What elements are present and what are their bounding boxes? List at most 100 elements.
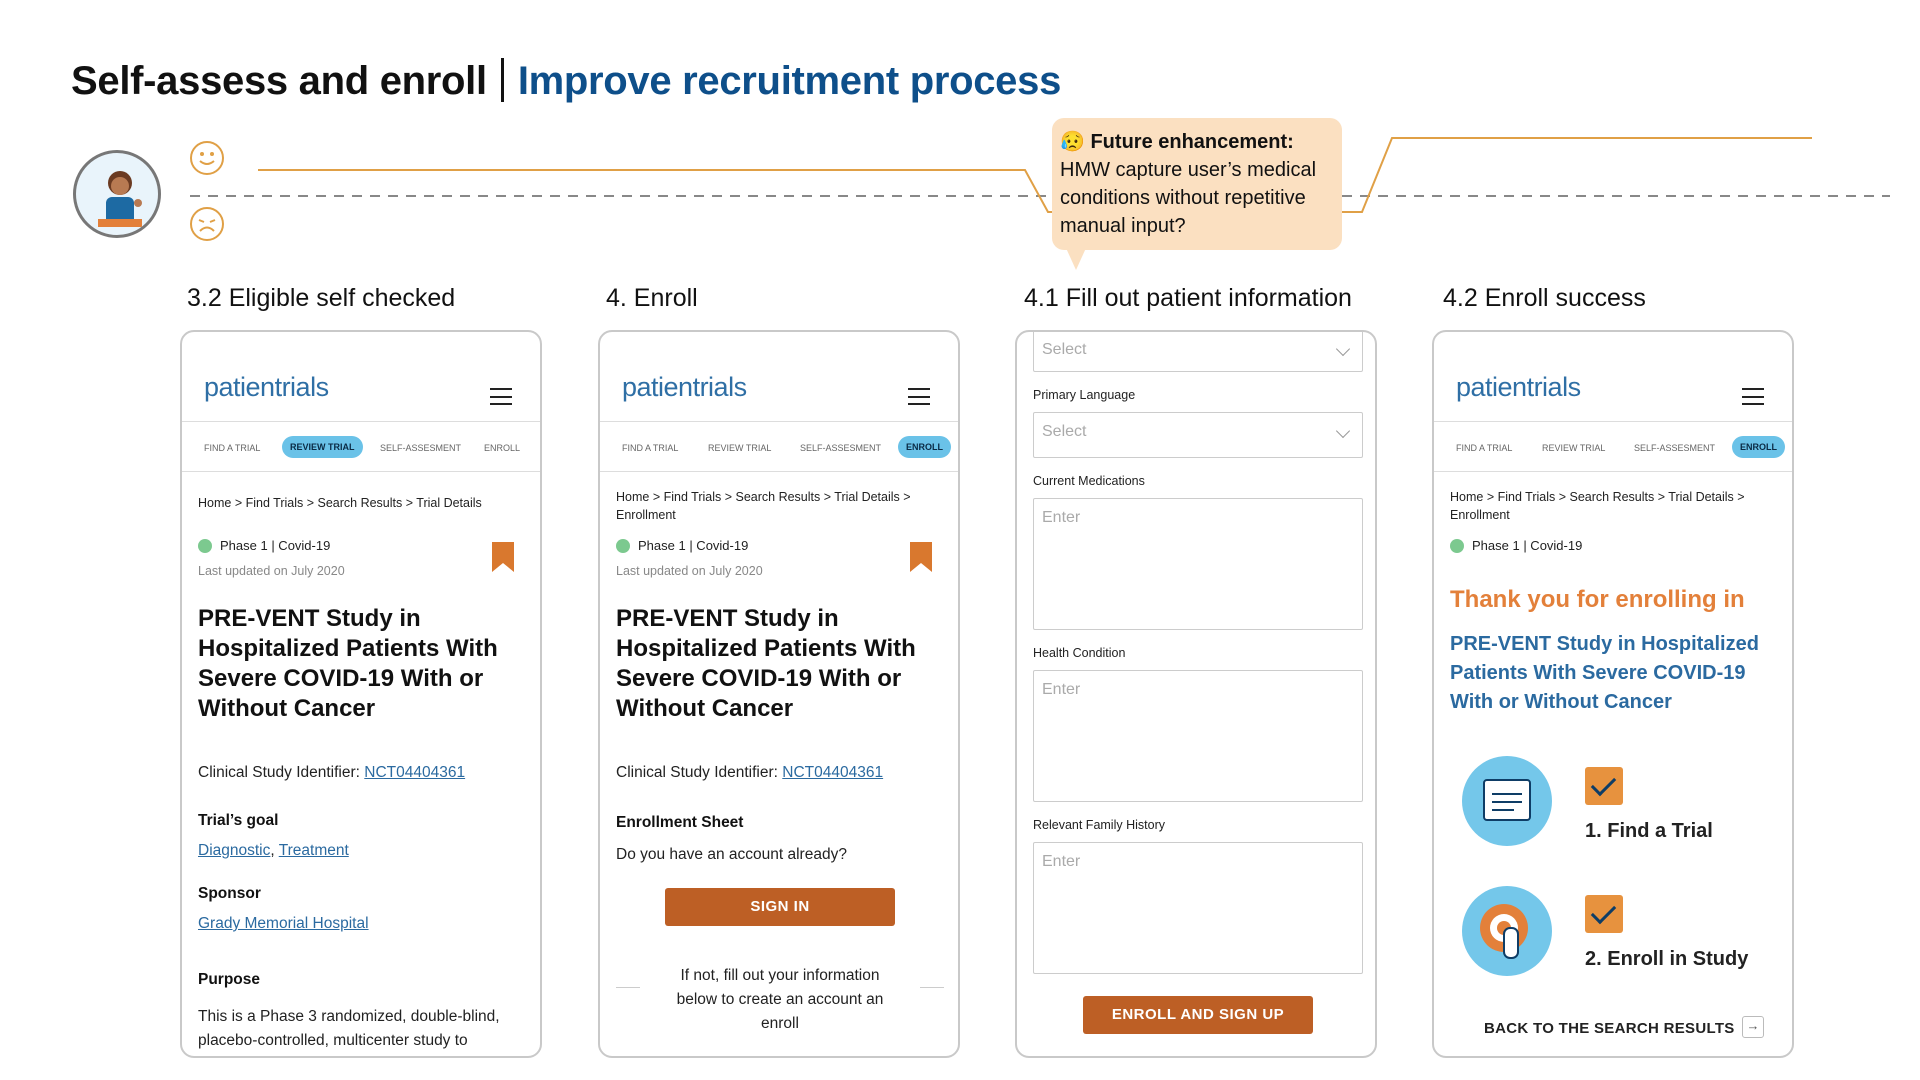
family-history-field[interactable]: Enter [1033, 842, 1363, 974]
tab-find-trial[interactable]: FIND A TRIAL [1456, 443, 1512, 453]
app-header: patientrials [182, 332, 540, 422]
primary-language-label: Primary Language [1033, 388, 1136, 402]
phase-tag: Phase 1 | Covid-19 [616, 538, 748, 553]
account-question: Do you have an account already? [616, 846, 847, 863]
tab-self-assessment[interactable]: SELF-ASSESMENT [1634, 443, 1715, 453]
tab-find-trial[interactable]: FIND A TRIAL [622, 443, 678, 453]
phase-text: Phase 1 | Covid-19 [220, 538, 331, 553]
csi-label: Clinical Study Identifier: [616, 764, 778, 781]
phone-screen-enroll-success: patientrials FIND A TRIAL REVIEW TRIAL S… [1432, 330, 1794, 1058]
create-account-hint: If not, fill out your information below … [676, 967, 884, 1032]
health-condition-field[interactable]: Enter [1033, 670, 1363, 802]
enroll-sign-up-button[interactable]: ENROLL AND SIGN UP [1083, 996, 1313, 1034]
stage-label-4-2: 4.2 Enroll success [1443, 284, 1646, 312]
trial-goal-values: Diagnostic, Treatment [198, 842, 349, 860]
tab-self-assessment[interactable]: SELF-ASSESMENT [380, 443, 461, 453]
clinical-study-identifier: Clinical Study Identifier: NCT04404361 [616, 764, 883, 782]
stage-label-4-1: 4.1 Fill out patient information [1024, 284, 1352, 312]
csi-label: Clinical Study Identifier: [198, 764, 360, 781]
tab-enroll[interactable]: ENROLL [1732, 436, 1785, 458]
step-enroll-study: 2. Enroll in Study [1585, 948, 1749, 970]
current-medications-label: Current Medications [1033, 474, 1145, 488]
sponsor-label: Sponsor [198, 885, 261, 902]
back-to-results-link[interactable]: BACK TO THE SEARCH RESULTS [1484, 1020, 1735, 1037]
phone-screen-patient-info: Select Primary Language Select Current M… [1015, 330, 1377, 1058]
csi-link[interactable]: NCT04404361 [782, 764, 883, 781]
progress-nav: FIND A TRIAL REVIEW TRIAL SELF-ASSESMENT… [1434, 422, 1792, 472]
tab-self-assessment[interactable]: SELF-ASSESMENT [800, 443, 881, 453]
trial-goal-label: Trial’s goal [198, 812, 279, 829]
sponsor-link[interactable]: Grady Memorial Hospital [198, 915, 369, 933]
purpose-label: Purpose [198, 971, 261, 988]
bookmark-icon[interactable] [910, 542, 932, 572]
stage-label-4: 4. Enroll [606, 284, 698, 312]
patientrials-logo[interactable]: patientrials [1456, 372, 1581, 403]
tab-enroll[interactable]: ENROLL [898, 436, 951, 458]
study-title: PRE-VENT Study in Hospitalized Patients … [198, 605, 498, 722]
app-header: patientrials [1434, 332, 1792, 422]
breadcrumb[interactable]: Home > Find Trials > Search Results > Tr… [198, 494, 482, 512]
progress-nav: FIND A TRIAL REVIEW TRIAL SELF-ASSESMENT… [600, 422, 958, 472]
goal-diagnostic-link[interactable]: Diagnostic [198, 842, 270, 859]
status-dot [616, 539, 630, 553]
progress-nav: FIND A TRIAL REVIEW TRIAL SELF-ASSESMENT… [182, 422, 540, 472]
future-enhancement-callout: 😥 Future enhancement: HMW capture user’s… [1052, 118, 1342, 270]
patientrials-logo[interactable]: patientrials [622, 372, 747, 403]
phase-text: Phase 1 | Covid-19 [1472, 538, 1583, 553]
select-value: Select [1042, 341, 1087, 358]
purpose-text: This is a Phase 3 randomized, double-bli… [198, 1008, 500, 1049]
find-trial-illustration-icon [1462, 756, 1552, 846]
select-value: Select [1042, 423, 1087, 440]
divider [920, 987, 944, 988]
callout-title: Future enhancement: [1090, 131, 1294, 153]
callout-tail [1066, 248, 1086, 270]
clinical-study-identifier: Clinical Study Identifier: NCT04404361 [198, 764, 465, 782]
status-dot [198, 539, 212, 553]
breadcrumb[interactable]: Home > Find Trials > Search Results > Tr… [1450, 488, 1780, 524]
hamburger-menu-icon[interactable] [908, 388, 930, 405]
family-history-label: Relevant Family History [1033, 818, 1165, 832]
csi-link[interactable]: NCT04404361 [364, 764, 465, 781]
enrolled-study-title: PRE-VENT Study in Hospitalized Patients … [1450, 633, 1759, 713]
callout-body: HMW capture user’s medical conditions wi… [1060, 159, 1317, 237]
hamburger-menu-icon[interactable] [1742, 388, 1764, 405]
goal-separator: , [270, 842, 279, 859]
current-medications-field[interactable]: Enter [1033, 498, 1363, 630]
phone-screen-eligible: patientrials FIND A TRIAL REVIEW TRIAL S… [180, 330, 542, 1058]
tab-review-trial[interactable]: REVIEW TRIAL [708, 443, 771, 453]
enroll-illustration-icon [1462, 886, 1552, 976]
emotion-journey-line [190, 137, 1890, 213]
tab-enroll[interactable]: ENROLL [484, 443, 520, 453]
select-field-top[interactable]: Select [1033, 332, 1363, 372]
arrow-right-icon[interactable]: → [1742, 1016, 1764, 1038]
thank-you-heading: Thank you for enrolling in [1450, 586, 1745, 613]
divider [616, 987, 640, 988]
last-updated: Last updated on July 2020 [198, 564, 345, 578]
tab-review-trial[interactable]: REVIEW TRIAL [282, 436, 363, 458]
phase-tag: Phase 1 | Covid-19 [1450, 538, 1582, 553]
last-updated: Last updated on July 2020 [616, 564, 763, 578]
breadcrumb[interactable]: Home > Find Trials > Search Results > Tr… [616, 488, 946, 524]
checkbox-checked-icon [1585, 767, 1623, 805]
checkbox-checked-icon [1585, 895, 1623, 933]
bookmark-icon[interactable] [492, 542, 514, 572]
enrollment-sheet-label: Enrollment Sheet [616, 814, 744, 831]
hamburger-menu-icon[interactable] [490, 388, 512, 405]
study-title: PRE-VENT Study in Hospitalized Patients … [616, 605, 916, 722]
health-condition-label: Health Condition [1033, 646, 1126, 660]
tab-find-trial[interactable]: FIND A TRIAL [204, 443, 260, 453]
primary-language-select[interactable]: Select [1033, 412, 1363, 458]
chevron-down-icon [1335, 341, 1351, 357]
sign-in-button[interactable]: SIGN IN [665, 888, 895, 926]
tab-review-trial[interactable]: REVIEW TRIAL [1542, 443, 1605, 453]
status-dot [1450, 539, 1464, 553]
patientrials-logo[interactable]: patientrials [204, 372, 329, 403]
goal-treatment-link[interactable]: Treatment [279, 842, 349, 859]
sad-emoji-icon: 😥 [1060, 131, 1085, 153]
phase-text: Phase 1 | Covid-19 [638, 538, 749, 553]
chevron-down-icon [1335, 423, 1351, 439]
app-header: patientrials [600, 332, 958, 422]
stage-label-3-2: 3.2 Eligible self checked [187, 284, 456, 312]
phase-tag: Phase 1 | Covid-19 [198, 538, 330, 553]
phone-screen-enroll: patientrials FIND A TRIAL REVIEW TRIAL S… [598, 330, 960, 1058]
